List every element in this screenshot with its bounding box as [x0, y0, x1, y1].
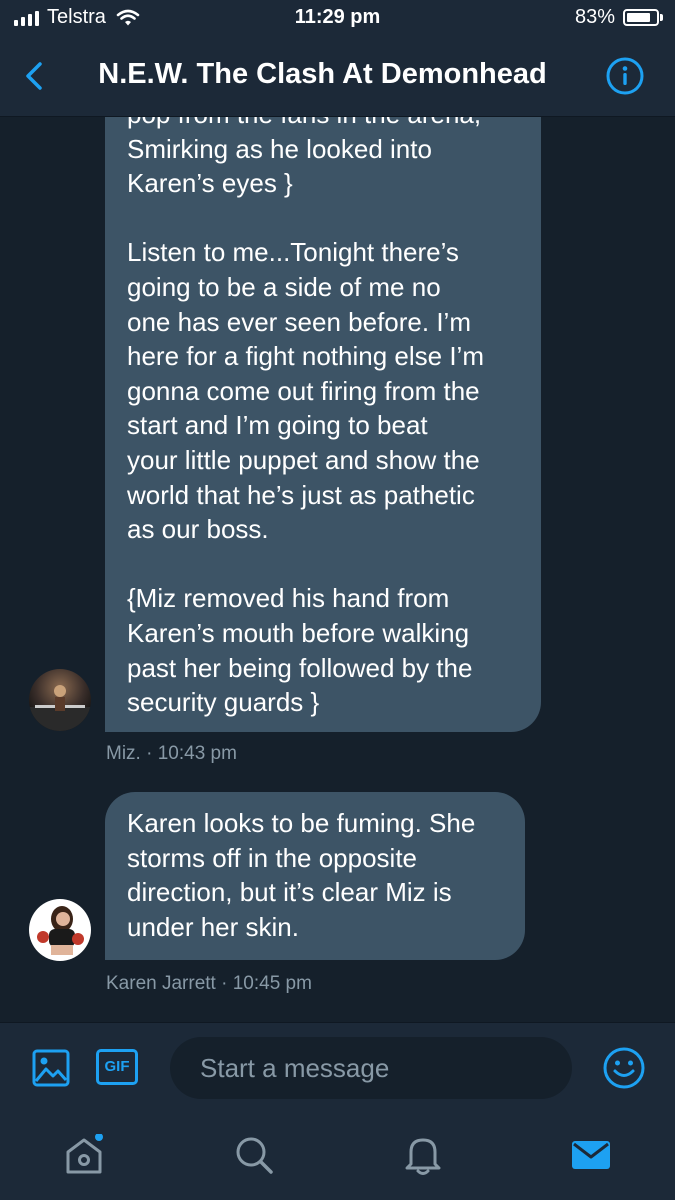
- battery-icon: [623, 9, 659, 26]
- avatar-miz[interactable]: [29, 669, 91, 731]
- message-input[interactable]: [170, 1037, 572, 1099]
- battery-fill: [627, 13, 651, 22]
- status-time: 11:29 pm: [294, 6, 381, 28]
- notification-dot: [95, 1134, 103, 1141]
- back-chevron-icon[interactable]: [20, 56, 50, 96]
- home-icon[interactable]: [63, 1134, 105, 1176]
- message-text: pop from the fans in the arena, Smirking…: [127, 117, 484, 718]
- notifications-icon[interactable]: [402, 1134, 444, 1176]
- gif-icon[interactable]: GIF: [96, 1049, 138, 1085]
- message-meta: Karen Jarrett · 10:45 pm: [106, 973, 312, 994]
- battery-tip: [660, 14, 663, 21]
- message-meta: Miz. · 10:43 pm: [106, 743, 237, 764]
- tab-bar: [0, 1114, 675, 1200]
- status-right: 83%: [575, 6, 663, 29]
- avatar-image: [37, 906, 84, 955]
- status-bar: Telstra 11:29 pm 83%: [0, 0, 675, 40]
- conversation-header: N.E.W. The Clash At Demonhead: [0, 40, 675, 117]
- message-list[interactable]: pop from the fans in the arena, Smirking…: [0, 117, 675, 1022]
- search-icon[interactable]: [233, 1134, 275, 1176]
- battery-percent: 83%: [574, 6, 615, 28]
- info-icon[interactable]: [605, 56, 645, 96]
- messages-icon[interactable]: [570, 1134, 612, 1176]
- conversation-title[interactable]: N.E.W. The Clash At Demonhead: [60, 58, 585, 91]
- image-icon[interactable]: [31, 1048, 71, 1088]
- avatar-karen[interactable]: [29, 899, 91, 961]
- emoji-icon[interactable]: [602, 1046, 646, 1090]
- message-bubble[interactable]: pop from the fans in the arena, Smirking…: [105, 117, 541, 732]
- avatar-image: [29, 685, 91, 731]
- message-bubble[interactable]: Karen looks to be fuming. She storms off…: [105, 792, 525, 960]
- message-text: Karen looks to be fuming. She storms off…: [127, 808, 476, 942]
- message-composer: GIF: [0, 1022, 675, 1115]
